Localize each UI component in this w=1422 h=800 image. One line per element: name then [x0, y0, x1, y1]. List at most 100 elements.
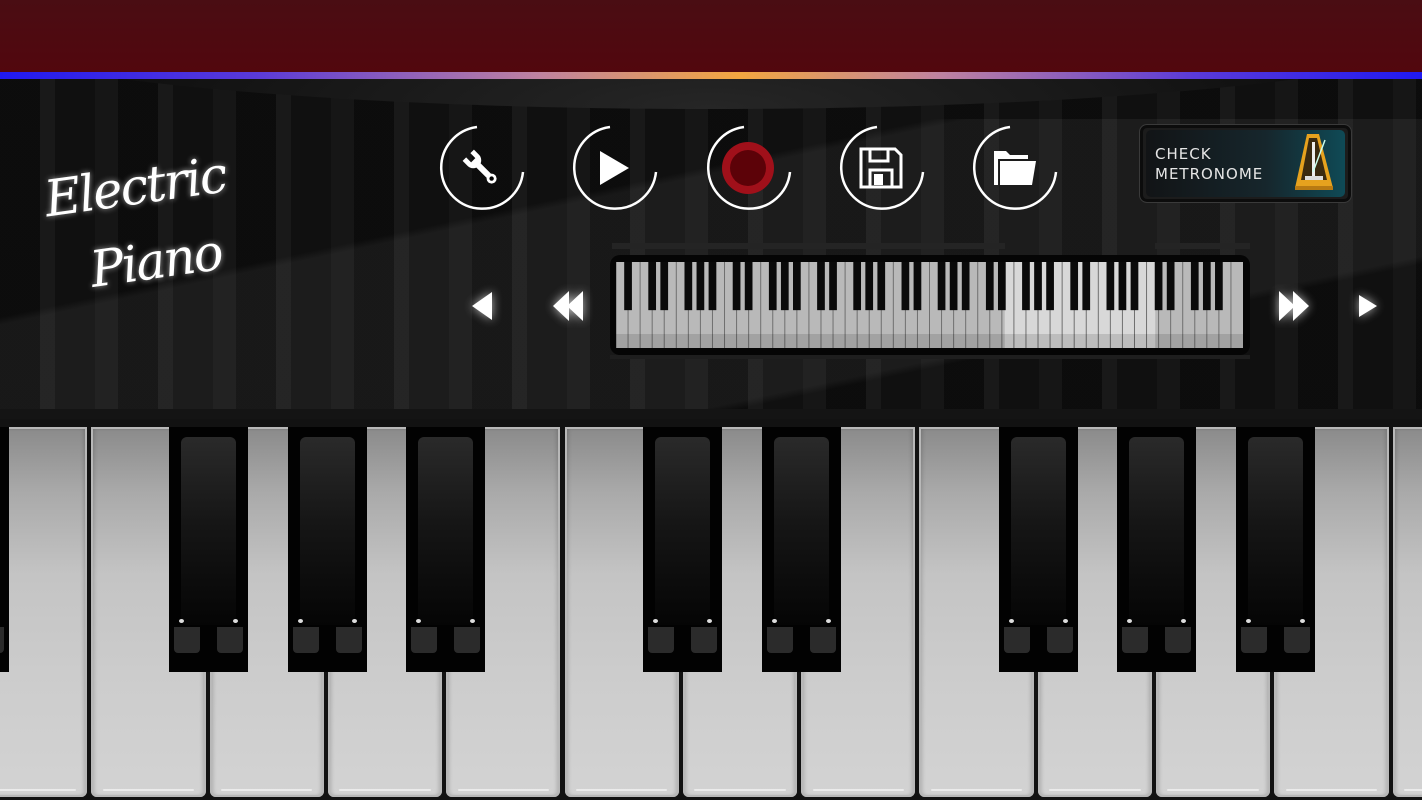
mini-black-key: [624, 262, 632, 311]
mini-black-key: [997, 262, 1006, 311]
black-key-foot: [810, 627, 836, 653]
mini-black-key: [877, 262, 886, 311]
black-key-foot: [454, 627, 480, 653]
status-bar-band: [0, 0, 1422, 72]
mini-keyboard-overview[interactable]: [616, 262, 1243, 348]
black-key-face: [1129, 437, 1184, 625]
next-key-button[interactable]: [1348, 287, 1388, 325]
black-key-foot: [1284, 627, 1310, 653]
black-key-foot: [1004, 627, 1030, 653]
mini-black-key: [744, 262, 753, 311]
mini-black-key: [853, 262, 862, 311]
triangle-right-icon: [1359, 295, 1377, 317]
mini-black-key: [696, 262, 705, 311]
white-key[interactable]: [0, 427, 88, 797]
black-key-highlight: [1127, 619, 1132, 623]
save-button[interactable]: [837, 124, 925, 212]
black-key-highlight: [233, 619, 238, 623]
mini-black-key: [1154, 262, 1163, 311]
triangle-left-icon: [472, 292, 492, 320]
black-key-face: [181, 437, 236, 625]
mini-keyboard-rail-right: [1155, 243, 1250, 249]
black-key-highlight: [772, 619, 777, 623]
black-key-highlight: [298, 619, 303, 623]
black-key-highlight: [470, 619, 475, 623]
black-key[interactable]: [1117, 427, 1196, 672]
black-key-highlight: [1009, 619, 1014, 623]
mini-black-key: [1022, 262, 1030, 311]
black-key[interactable]: [406, 427, 485, 672]
mini-black-key: [817, 262, 825, 311]
white-key[interactable]: [1392, 427, 1422, 797]
mini-keyboard-bottom-rail: [610, 355, 1250, 359]
black-key-face: [300, 437, 355, 625]
mini-black-key: [1046, 262, 1054, 311]
black-key[interactable]: [1236, 427, 1315, 672]
black-key-highlight: [179, 619, 184, 623]
black-key-highlight: [653, 619, 658, 623]
black-key-foot: [217, 627, 243, 653]
black-key-highlight: [1246, 619, 1251, 623]
logo-line-2: Piano: [86, 223, 226, 299]
mini-black-key: [937, 262, 946, 311]
mini-black-key: [949, 262, 958, 311]
app-logo: Electric Piano: [40, 120, 254, 330]
mini-black-key: [985, 262, 994, 311]
metronome-button-label: CHECK METRONOME: [1155, 144, 1263, 184]
black-key[interactable]: [762, 427, 841, 672]
settings-button[interactable]: [437, 124, 525, 212]
mini-black-key: [901, 262, 910, 311]
black-key[interactable]: [643, 427, 722, 672]
mini-black-key: [829, 262, 837, 311]
mini-black-key: [793, 262, 801, 311]
panel-bottom-rail: [0, 409, 1422, 419]
mini-black-key: [1106, 262, 1115, 311]
mini-black-key: [768, 262, 777, 311]
black-key-face: [1011, 437, 1066, 625]
black-key-highlight: [352, 619, 357, 623]
piano-keyboard: [0, 419, 1422, 800]
black-key-face: [774, 437, 829, 625]
mini-black-key: [1215, 262, 1223, 311]
black-key-foot: [648, 627, 674, 653]
black-key-highlight: [1181, 619, 1186, 623]
metronome-icon: [1295, 134, 1333, 190]
black-key[interactable]: [288, 427, 367, 672]
black-key-foot: [411, 627, 437, 653]
mini-black-key: [708, 262, 717, 311]
mini-black-key: [1070, 262, 1079, 311]
next-octave-button[interactable]: [1274, 287, 1314, 325]
black-key-foot: [0, 627, 4, 653]
black-key-highlight: [416, 619, 421, 623]
black-key[interactable]: [999, 427, 1078, 672]
play-button[interactable]: [570, 124, 658, 212]
black-key-highlight: [707, 619, 712, 623]
mini-black-key: [961, 262, 970, 311]
mini-black-key: [1118, 262, 1127, 311]
black-key-foot: [174, 627, 200, 653]
black-key-foot: [1165, 627, 1191, 653]
mini-black-key: [648, 262, 657, 311]
mini-black-key: [1166, 262, 1175, 311]
mini-black-key: [913, 262, 922, 311]
mini-black-key: [865, 262, 874, 311]
previous-octave-button[interactable]: [548, 287, 588, 325]
black-key-face: [1248, 437, 1303, 625]
metronome-label-line-2: METRONOME: [1155, 165, 1264, 183]
check-metronome-button[interactable]: CHECK METRONOME: [1139, 124, 1352, 203]
mini-black-key: [1034, 262, 1042, 311]
logo-line-1: Electric: [40, 145, 230, 229]
black-key-highlight: [826, 619, 831, 623]
black-key-foot: [1241, 627, 1267, 653]
black-key-foot: [691, 627, 717, 653]
accent-glow-line: [0, 72, 1422, 79]
mini-black-key: [1202, 262, 1211, 311]
previous-key-button[interactable]: [462, 287, 502, 325]
open-button[interactable]: [970, 124, 1058, 212]
record-button[interactable]: [704, 124, 792, 212]
black-key-face: [418, 437, 473, 625]
black-key[interactable]: [169, 427, 248, 672]
black-key-foot: [1122, 627, 1148, 653]
black-key[interactable]: [0, 427, 9, 672]
black-key-foot: [336, 627, 362, 653]
